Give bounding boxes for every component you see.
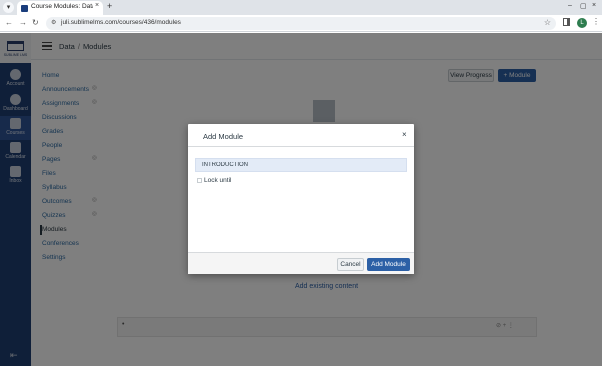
favicon-icon — [21, 5, 28, 12]
cancel-button[interactable]: Cancel — [337, 258, 364, 271]
browser-tab-strip: ▾ Course Modules: Data A × + – ▢ × — [0, 0, 602, 15]
reload-icon[interactable]: ↻ — [32, 18, 39, 27]
dialog-footer: Cancel Add Module — [188, 252, 414, 274]
close-icon[interactable]: × — [402, 130, 407, 139]
minimize-icon[interactable]: – — [568, 2, 572, 9]
tab-search-icon[interactable]: ▾ — [3, 2, 14, 13]
dialog-header: Add Module × — [188, 124, 414, 147]
add-module-dialog: Add Module × Lock until Cancel Add Modul… — [188, 124, 414, 274]
tab-close-icon[interactable]: × — [95, 2, 99, 9]
lock-until-label[interactable]: Lock until — [204, 177, 231, 184]
module-name-input[interactable] — [195, 158, 407, 172]
site-info-icon[interactable]: ⚙ — [51, 19, 56, 26]
forward-icon[interactable]: → — [19, 18, 27, 27]
url-text: juli.sublimelms.com/courses/436/modules — [61, 19, 181, 26]
close-window-icon[interactable]: × — [592, 2, 596, 9]
side-panel-icon[interactable] — [563, 18, 570, 26]
dialog-title: Add Module — [203, 132, 244, 141]
browser-tab[interactable]: Course Modules: Data A × — [17, 1, 103, 15]
back-icon[interactable]: ← — [5, 18, 13, 27]
address-bar-row: ← → ↻ ⚙ juli.sublimelms.com/courses/436/… — [0, 15, 602, 32]
maximize-icon[interactable]: ▢ — [580, 2, 587, 10]
browser-menu-icon[interactable]: ⋮ — [592, 17, 600, 26]
add-module-submit-button[interactable]: Add Module — [367, 258, 410, 271]
new-tab-button[interactable]: + — [107, 1, 112, 11]
lock-until-checkbox[interactable] — [197, 178, 202, 183]
tab-title: Course Modules: Data A — [31, 3, 93, 10]
url-field[interactable]: ⚙ juli.sublimelms.com/courses/436/module… — [46, 17, 556, 30]
profile-avatar[interactable]: L — [577, 18, 587, 28]
bookmark-star-icon[interactable]: ☆ — [544, 18, 551, 27]
